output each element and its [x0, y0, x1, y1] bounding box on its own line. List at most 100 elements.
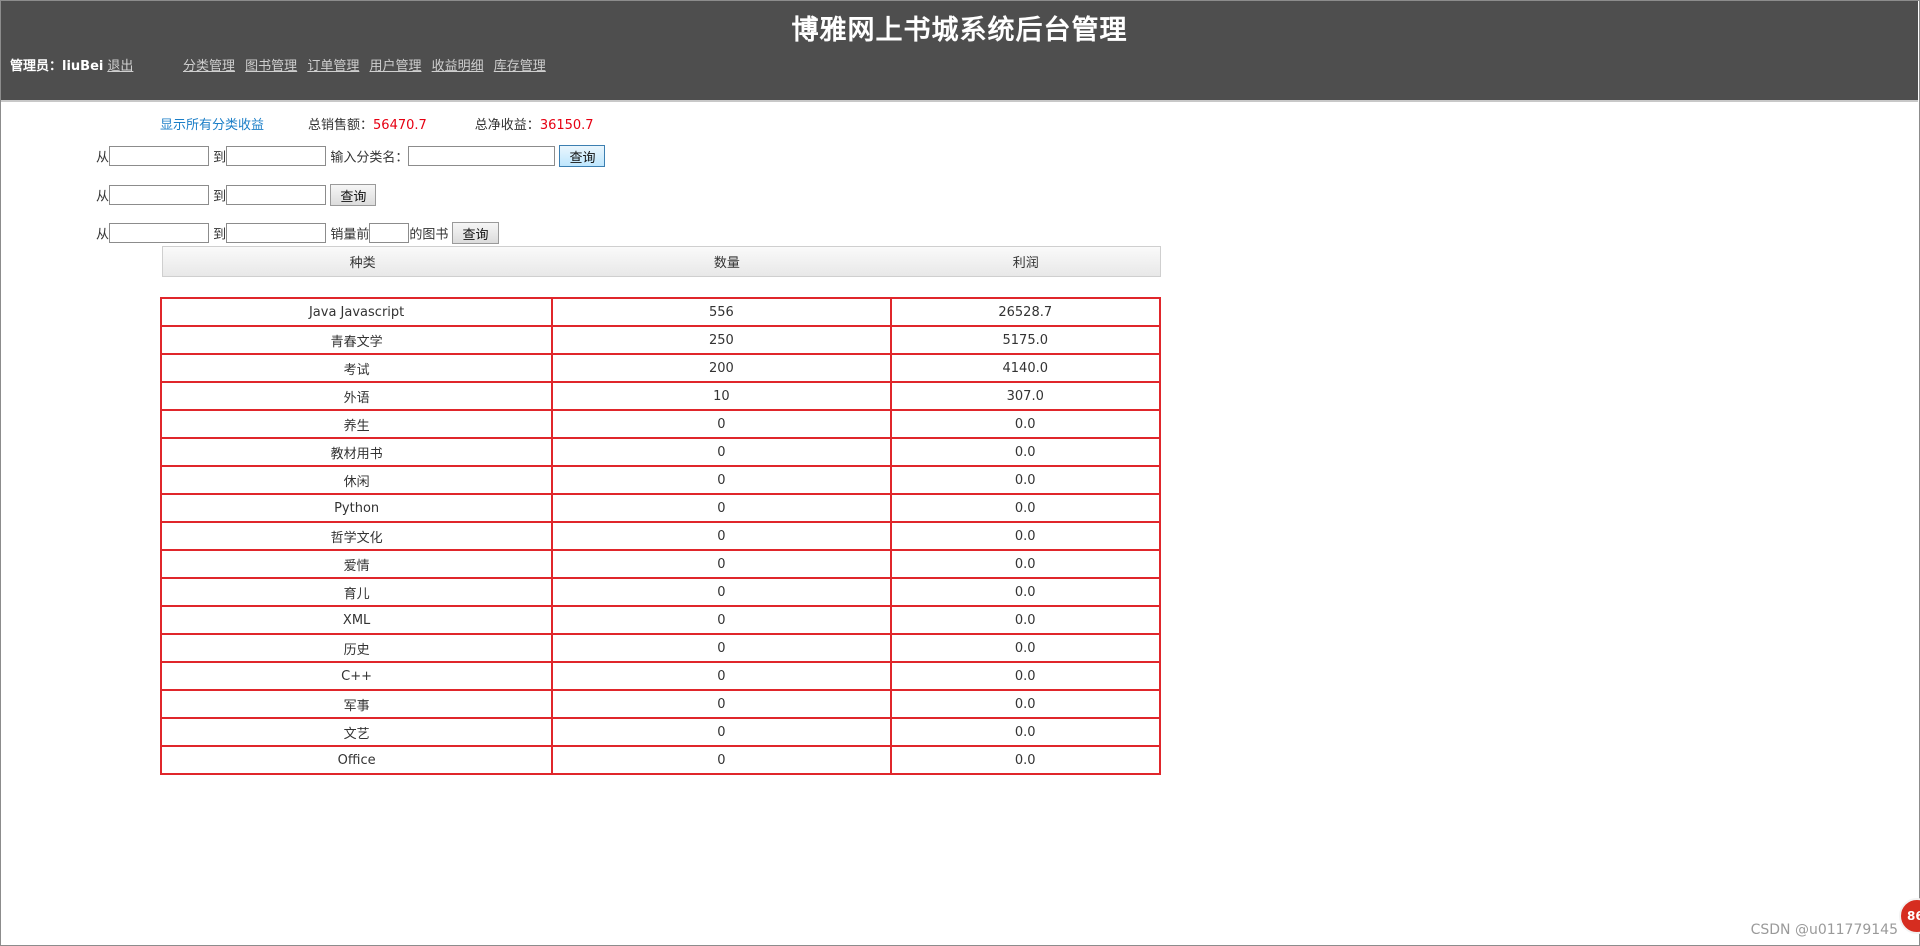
net-income-value: 36150.7 — [539, 118, 594, 133]
table-row: 青春文学 250 5175.0 — [159, 325, 1161, 355]
show-all-categories-link[interactable]: 显示所有分类收益 — [160, 118, 264, 133]
nav-category-management[interactable]: 分类管理 — [183, 59, 235, 74]
main-nav: 分类管理 图书管理 订单管理 用户管理 收益明细 库存管理 — [183, 55, 552, 74]
header-profit: 利润 — [1012, 256, 1039, 271]
cell-profit: 0.0 — [889, 633, 1161, 663]
from-date-input[interactable] — [109, 223, 210, 243]
to-label: 到 — [213, 189, 227, 205]
from-date-input[interactable] — [109, 185, 210, 205]
cell-category: Java Javascript — [159, 297, 554, 327]
date-query-row: 从 到 查询 — [96, 184, 377, 206]
cell-category: 育儿 — [159, 577, 554, 607]
table-row: 休闲 0 0.0 — [159, 465, 1161, 495]
cell-profit: 0.0 — [889, 409, 1161, 439]
cell-category: XML — [159, 605, 554, 635]
total-sales-value: 56470.7 — [373, 118, 427, 133]
header-bar: 博雅网上书城系统后台管理 管理员：liuBei 退出 分类管理 图书管理 订单管理… — [1, 1, 1918, 102]
cell-quantity: 0 — [551, 437, 892, 467]
cell-category: 养生 — [159, 409, 554, 439]
to-label: 到 — [213, 150, 227, 166]
cell-profit: 0.0 — [889, 493, 1161, 523]
cell-profit: 0.0 — [889, 549, 1161, 579]
cell-profit: 5175.0 — [889, 325, 1161, 355]
table-row: Python 0 0.0 — [159, 493, 1161, 523]
nav-user-management[interactable]: 用户管理 — [369, 59, 421, 74]
cell-category: Python — [159, 493, 554, 523]
cell-quantity: 0 — [551, 633, 892, 663]
nav-book-management[interactable]: 图书管理 — [245, 59, 297, 74]
from-label: 从 — [96, 227, 110, 243]
top-sales-label: 销量前 — [330, 227, 370, 243]
cell-profit: 307.0 — [889, 381, 1161, 411]
site-title: 博雅网上书城系统后台管理 — [791, 15, 1128, 46]
cell-quantity: 0 — [551, 577, 892, 607]
table-row: C++ 0 0.0 — [159, 661, 1161, 691]
cell-profit: 0.0 — [889, 465, 1161, 495]
cell-quantity: 0 — [551, 549, 892, 579]
cell-category: 教材用书 — [159, 437, 554, 467]
category-query-button[interactable]: 查询 — [559, 145, 606, 167]
cell-quantity: 556 — [551, 297, 892, 327]
table-row: 爱情 0 0.0 — [159, 549, 1161, 579]
nav-inventory-management[interactable]: 库存管理 — [494, 59, 546, 74]
books-label: 的图书 — [409, 227, 449, 243]
table-row: 考试 200 4140.0 — [159, 353, 1161, 383]
cell-profit: 0.0 — [889, 661, 1161, 691]
cell-category: 历史 — [159, 633, 554, 663]
table-row: 哲学文化 0 0.0 — [159, 521, 1161, 551]
table-header: 种类 数量 利润 — [162, 246, 1161, 277]
net-income-label: 总净收益： — [474, 118, 540, 133]
cell-quantity: 0 — [551, 521, 892, 551]
cell-quantity: 250 — [551, 325, 892, 355]
cell-quantity: 0 — [551, 717, 892, 747]
table-row: 历史 0 0.0 — [159, 633, 1161, 663]
cell-quantity: 200 — [551, 353, 892, 383]
cell-profit: 0.0 — [889, 521, 1161, 551]
to-date-input[interactable] — [226, 146, 327, 166]
cell-quantity: 0 — [551, 745, 892, 775]
table-row: 文艺 0 0.0 — [159, 717, 1161, 747]
total-sales-label: 总销售额： — [308, 118, 374, 133]
table-row: XML 0 0.0 — [159, 605, 1161, 635]
cell-category: 休闲 — [159, 465, 554, 495]
top-n-input[interactable] — [369, 223, 410, 243]
table-row: 军事 0 0.0 — [159, 689, 1161, 719]
cell-profit: 0.0 — [889, 689, 1161, 719]
cell-profit: 0.0 — [889, 717, 1161, 747]
table-row: Office 0 0.0 — [159, 745, 1161, 775]
cell-category: 军事 — [159, 689, 554, 719]
from-label: 从 — [96, 150, 110, 166]
from-date-input[interactable] — [109, 146, 210, 166]
cell-category: Office — [159, 745, 554, 775]
cell-profit: 0.0 — [889, 577, 1161, 607]
header-category: 种类 — [349, 256, 376, 271]
cell-category: C++ — [159, 661, 554, 691]
cell-category: 青春文学 — [159, 325, 554, 355]
cell-quantity: 0 — [551, 689, 892, 719]
cell-quantity: 0 — [551, 493, 892, 523]
top-sales-query-button[interactable]: 查询 — [452, 222, 499, 244]
table-row: 养生 0 0.0 — [159, 409, 1161, 439]
table-row: 育儿 0 0.0 — [159, 577, 1161, 607]
nav-order-management[interactable]: 订单管理 — [307, 59, 359, 74]
to-date-input[interactable] — [226, 185, 327, 205]
cell-profit: 4140.0 — [889, 353, 1161, 383]
table-row: Java Javascript 556 26528.7 — [159, 297, 1161, 327]
cell-quantity: 0 — [551, 661, 892, 691]
cell-profit: 0.0 — [889, 745, 1161, 775]
table-row: 外语 10 307.0 — [159, 381, 1161, 411]
cell-quantity: 0 — [551, 465, 892, 495]
logout-link[interactable]: 退出 — [107, 59, 133, 74]
cell-category: 哲学文化 — [159, 521, 554, 551]
income-table: Java Javascript 556 26528.7 青春文学 250 5175.0 考试… — [159, 297, 1161, 775]
date-query-button[interactable]: 查询 — [330, 184, 377, 206]
income-summary: 显示所有分类收益 总销售额：56470.7 总净收益：36150.7 — [160, 114, 642, 133]
top-sales-query-row: 从 到 销量前 的图书 查询 — [96, 222, 499, 244]
cell-category: 爱情 — [159, 549, 554, 579]
cell-quantity: 10 — [551, 381, 892, 411]
table-row: 教材用书 0 0.0 — [159, 437, 1161, 467]
nav-income-details[interactable]: 收益明细 — [432, 59, 484, 74]
to-date-input[interactable] — [226, 223, 327, 243]
category-query-row: 从 到 输入分类名： 查询 — [96, 145, 606, 167]
category-name-input[interactable] — [408, 146, 556, 166]
